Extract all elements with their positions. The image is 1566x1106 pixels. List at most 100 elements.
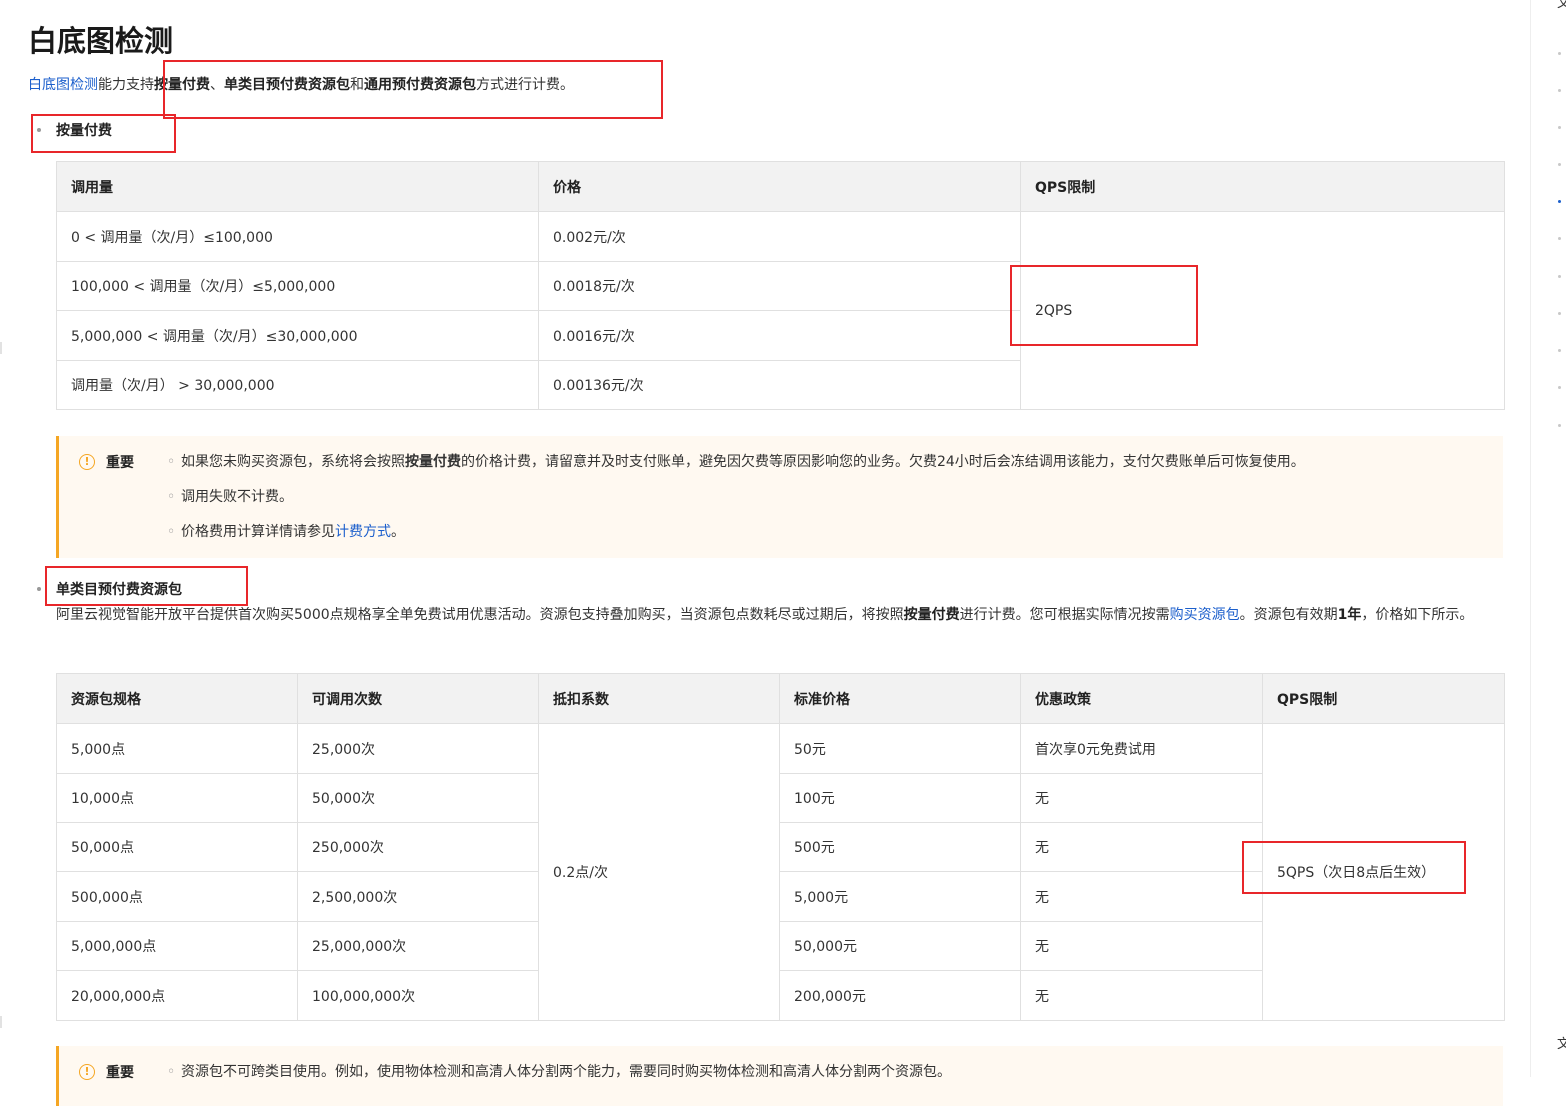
column-header: 价格 [538,161,1021,212]
calls-cell: 25,000,000次 [297,921,539,971]
toc-dot[interactable] [1558,163,1561,166]
qps-cell: 5QPS（次日8点后生效） [1262,723,1505,1021]
warning-icon: ! [79,1064,95,1080]
column-header: 抵扣系数 [538,673,780,724]
std-price-cell: 50元 [779,723,1021,774]
notice-list: 如果您未购买资源包，系统将会按照按量付费的价格计费，请留意并及时支付账单，避免因… [167,452,1305,557]
intro-text: 能力支持 [98,77,154,93]
spec-cell: 10,000点 [56,773,298,823]
para-text: ，价格如下所示。 [1361,607,1474,623]
toc-bottom-label: 文 [1557,1037,1566,1052]
spec-cell: 50,000点 [56,822,298,872]
notice-label: 重要 [106,455,134,471]
para-bold: 1年 [1337,607,1362,623]
qps-cell: 2QPS [1020,211,1505,410]
notice-item: 资源包不可跨类目使用。例如，使用物体检测和高清人体分割两个能力，需要同时购买物体… [167,1062,951,1097]
intro-text: 方式进行计费。 [476,77,574,93]
prepaid-pricing-table: 资源包规格 可调用次数 抵扣系数 标准价格 优惠政策 QPS限制 5,000点 … [56,673,1505,1021]
calls-cell: 250,000次 [297,822,539,872]
intro-text: 和 [350,77,364,93]
important-notice: ! 重要 如果您未购买资源包，系统将会按照按量付费的价格计费，请留意并及时支付账… [56,436,1503,558]
notice-item: 调用失败不计费。 [167,487,1305,522]
spec-cell: 20,000,000点 [56,970,298,1021]
std-price-cell: 500元 [779,822,1021,872]
column-header: 优惠政策 [1020,673,1263,724]
spec-cell: 5,000点 [56,723,298,774]
notice-list: 资源包不可跨类目使用。例如，使用物体检测和高清人体分割两个能力，需要同时购买物体… [167,1062,951,1097]
price-cell: 0.00136元/次 [538,360,1021,410]
std-price-cell: 50,000元 [779,921,1021,971]
volume-cell: 调用量（次/月） > 30,000,000 [56,360,539,410]
calls-cell: 2,500,000次 [297,871,539,922]
table-row: 5,000点 25,000次 0.2点/次 50元 首次享0元免费试用 5QPS… [56,723,1505,1021]
column-header: 标准价格 [779,673,1021,724]
toc-dot-active[interactable] [1558,200,1561,203]
column-header: 调用量 [56,161,539,212]
notice-label: 重要 [106,1065,134,1081]
toc-dot[interactable] [1558,126,1561,129]
calls-cell: 25,000次 [297,723,539,774]
column-header: QPS限制 [1262,673,1505,724]
toc-dot[interactable] [1558,275,1561,278]
notice-text: 价格费用计算详情请参见 [181,524,335,540]
toc-dot[interactable] [1558,386,1561,389]
table-header-row: 调用量 价格 QPS限制 [56,161,1505,212]
notice-text: 的价格计费，请留意并及时支付账单，避免因欠费等原因影响您的业务。欠费24小时后会… [461,454,1305,470]
price-cell: 0.002元/次 [538,211,1021,262]
volume-cell: 5,000,000 < 调用量（次/月）≤30,000,000 [56,310,539,361]
para-bold: 按量付费 [903,607,960,623]
notice-text: 如果您未购买资源包，系统将会按照 [181,454,405,470]
column-header: 可调用次数 [297,673,539,724]
policy-cell: 无 [1020,921,1263,971]
spec-cell: 5,000,000点 [56,921,298,971]
intro-bold-payg: 按量付费 [154,77,210,93]
spec-cell: 500,000点 [56,871,298,922]
policy-cell: 无 [1020,970,1263,1021]
section-heading-prepaid: 单类目预付费资源包 [37,579,182,599]
toc-dot[interactable] [1558,89,1561,92]
notice-bold: 按量付费 [405,454,461,470]
policy-cell: 无 [1020,822,1263,872]
intro-bold-single: 单类目预付费资源包 [224,77,350,93]
notice-text: 调用失败不计费。 [181,489,293,505]
std-price-cell: 100元 [779,773,1021,823]
std-price-cell: 5,000元 [779,871,1021,922]
para-text: 进行计费。您可根据实际情况按需 [959,607,1170,623]
billing-method-link[interactable]: 计费方式 [335,524,391,540]
calls-cell: 100,000,000次 [297,970,539,1021]
prepaid-description: 阿里云视觉智能开放平台提供首次购买5000点规格享全单免费试用优惠活动。资源包支… [56,602,1508,628]
toc-dot[interactable] [1558,312,1561,315]
section-heading-payg: 按量付费 [37,120,112,140]
section-heading-label: 单类目预付费资源包 [56,582,182,598]
std-price-cell: 200,000元 [779,970,1021,1021]
table-row: 0 < 调用量（次/月）≤100,000 0.002元/次 2QPS [56,211,1505,410]
toc-dot[interactable] [1558,349,1561,352]
toc-dot[interactable] [1558,52,1561,55]
para-text: 。资源包有效期 [1239,607,1338,623]
toc-dot[interactable] [1558,424,1561,427]
policy-cell: 首次享0元免费试用 [1020,723,1263,774]
column-header: QPS限制 [1020,161,1505,212]
toc-rail: 文 文 [1530,0,1566,1077]
intro-text: 、 [210,77,224,93]
section-heading-label: 按量付费 [56,123,112,139]
notice-item: 如果您未购买资源包，系统将会按照按量付费的价格计费，请留意并及时支付账单，避免因… [167,452,1305,487]
price-cell: 0.0016元/次 [538,310,1021,361]
volume-cell: 100,000 < 调用量（次/月）≤5,000,000 [56,261,539,311]
scroll-marker [0,342,2,354]
important-notice-2: ! 重要 资源包不可跨类目使用。例如，使用物体检测和高清人体分割两个能力，需要同… [56,1046,1503,1106]
buy-package-link[interactable]: 购买资源包 [1170,607,1240,623]
column-header: 资源包规格 [56,673,298,724]
notice-item: 价格费用计算详情请参见计费方式。 [167,522,1305,557]
intro-bold-general: 通用预付费资源包 [364,77,476,93]
toc-top-label: 文 [1557,0,1566,11]
intro-link[interactable]: 白底图检测 [28,77,98,93]
scroll-marker [0,1016,2,1028]
intro-paragraph: 白底图检测能力支持按量付费、单类目预付费资源包和通用预付费资源包方式进行计费。 [28,74,574,94]
coefficient-cell: 0.2点/次 [538,723,780,1021]
notice-text: 。 [391,524,405,540]
toc-dot[interactable] [1558,237,1561,240]
table-header-row: 资源包规格 可调用次数 抵扣系数 标准价格 优惠政策 QPS限制 [56,673,1505,724]
para-text: 阿里云视觉智能开放平台提供首次购买5000点规格享全单免费试用优惠活动。资源包支… [56,607,904,623]
price-cell: 0.0018元/次 [538,261,1021,311]
